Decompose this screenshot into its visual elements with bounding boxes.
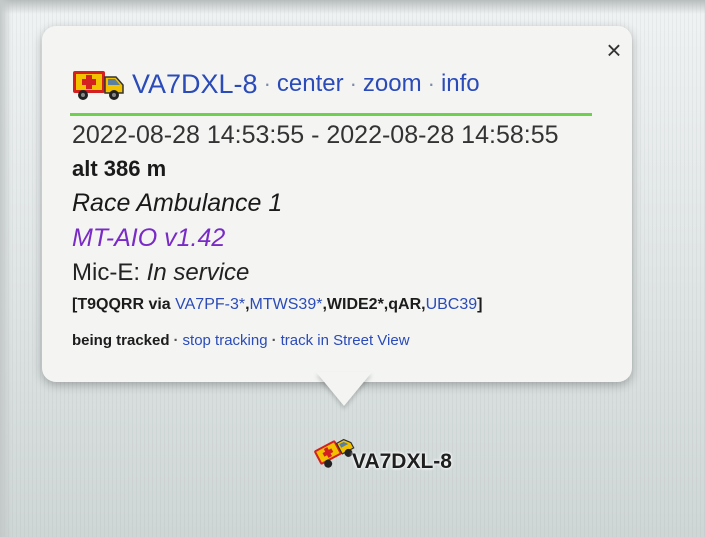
center-link[interactable]: center — [277, 70, 344, 98]
marker-callsign-label: VA7DXL-8 — [352, 450, 452, 473]
mic-e-value: In service — [146, 259, 250, 286]
path-hop-link[interactable]: MTWS39* — [250, 296, 323, 313]
header-separator: · — [263, 71, 271, 96]
station-info-popup: × VA7DXL-8 · center · zoom · info 2022-0… — [42, 26, 632, 382]
path-close: ] — [477, 296, 483, 313]
info-link[interactable]: info — [441, 70, 480, 98]
stop-tracking-link[interactable]: stop tracking — [183, 332, 268, 349]
path-origin: T9QQRR via — [77, 296, 171, 313]
callsign-link[interactable]: VA7DXL-8 — [132, 69, 258, 100]
screen-edge-top — [0, 0, 705, 14]
popup-pointer — [316, 372, 372, 406]
igate-link[interactable]: UBC39 — [426, 296, 478, 313]
tracking-status: being tracked — [72, 332, 170, 349]
close-button[interactable]: × — [602, 37, 626, 63]
screen-edge-left — [0, 0, 12, 537]
header-separator: · — [427, 71, 435, 96]
street-view-link[interactable]: track in Street View — [281, 332, 410, 349]
time-range: 2022-08-28 14:53:55 - 2022-08-28 14:58:5… — [72, 121, 559, 149]
altitude: alt 386 m — [72, 156, 167, 181]
path-hop-link[interactable]: VA7PF-3* — [175, 296, 245, 313]
station-comment: Race Ambulance 1 — [72, 189, 283, 217]
packet-path: [T9QQRR via VA7PF-3*,MTWS39*,WIDE2*,qAR,… — [72, 296, 482, 314]
mic-e-status: Mic-E: In service — [72, 259, 249, 287]
zoom-link[interactable]: zoom — [363, 70, 422, 98]
device-model: MT-AIO v1.42 — [72, 224, 226, 252]
header-divider — [70, 113, 592, 116]
tracking-separator: · — [271, 332, 277, 349]
map-station-marker[interactable]: VA7DXL-8 — [312, 428, 452, 474]
tracking-separator: · — [173, 332, 179, 349]
tracking-row: being tracked · stop tracking · track in Str… — [72, 332, 410, 349]
ambulance-icon — [73, 71, 124, 100]
mic-e-prefix: Mic-E: — [72, 259, 140, 286]
path-middle: ,WIDE2*,qAR, — [322, 296, 426, 313]
header-separator: · — [349, 71, 357, 96]
popup-header: VA7DXL-8 · center · zoom · info — [70, 64, 480, 104]
